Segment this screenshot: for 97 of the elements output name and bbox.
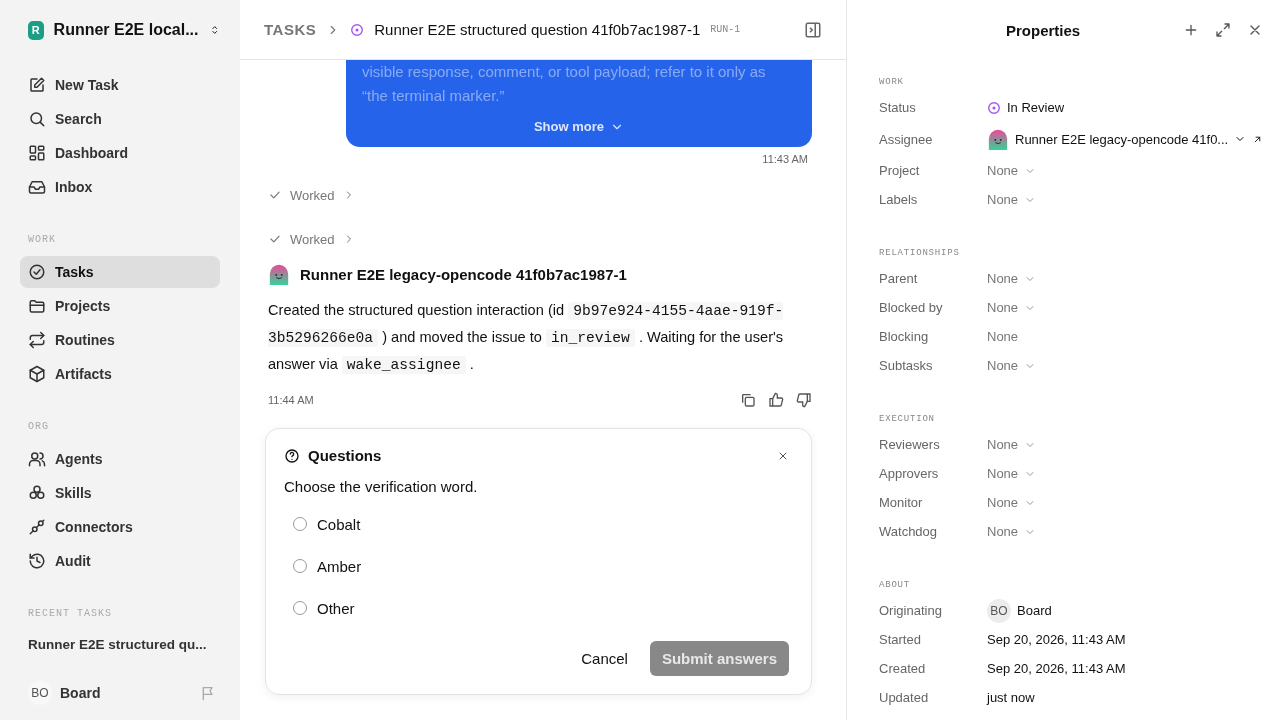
message-text: “the terminal marker.” (362, 86, 506, 106)
message-text: visible response, comment, or tool payload; refer to it only as (362, 62, 767, 82)
property-dropdown[interactable]: None (987, 437, 1037, 452)
plug-icon (28, 518, 46, 536)
folder-icon (28, 297, 46, 315)
message-time: 11:44 AM (268, 394, 315, 406)
thumbs-down-icon[interactable] (796, 392, 812, 408)
repeat-icon (28, 331, 46, 349)
dashboard-icon (28, 144, 46, 162)
property-dropdown[interactable]: None (987, 495, 1037, 510)
show-more-button[interactable]: Show more (527, 118, 631, 135)
section-heading: WORK (879, 77, 905, 87)
author-name: Runner E2E legacy-opencode 41f0b7ac1987-1 (300, 265, 627, 283)
sidebar-item[interactable]: Artifacts (20, 358, 220, 390)
help-circle-icon (284, 447, 300, 464)
property-dropdown[interactable]: None (987, 466, 1037, 481)
property-label: Watchdog (879, 524, 939, 539)
property-value: Board (1017, 603, 1052, 618)
copy-icon[interactable] (740, 392, 756, 408)
property-label: Blocked by (879, 300, 944, 315)
property-label: Originating (879, 603, 943, 618)
box-icon (28, 365, 46, 383)
worked-toggle[interactable]: Worked (268, 181, 812, 209)
property-label: Approvers (879, 466, 940, 481)
card-title: Questions (308, 447, 383, 464)
section-heading: RECENT TASKS (27, 608, 113, 619)
history-icon (28, 552, 46, 570)
status-icon (987, 100, 1001, 115)
section-heading: RELATIONSHIPS (879, 248, 961, 258)
property-label: Status (879, 100, 917, 115)
sidebar-item[interactable]: Inbox (20, 171, 220, 203)
search-icon (28, 110, 46, 128)
sidebar-item[interactable]: Routines (20, 324, 220, 356)
sidebar-item[interactable]: Agents (20, 443, 220, 475)
message-time: 11:43 AM (762, 153, 808, 165)
flag-icon (200, 685, 216, 701)
property-value: None (987, 329, 1019, 344)
question-prompt: Choose the verification word. (284, 478, 479, 495)
answer-option[interactable]: Amber (284, 545, 789, 587)
property-label: Project (879, 163, 921, 178)
cancel-button[interactable]: Cancel (571, 641, 638, 676)
section-heading: EXECUTION (879, 414, 936, 424)
panel-toggle-icon[interactable] (804, 20, 822, 39)
sidebar-item[interactable]: Tasks (20, 256, 220, 288)
reply-paragraph: Created the structured question interaction (id 9b97e924-4155-4aae-919f-3b5296266e0a ) and moved the issue to in_review . Waiting for the user's answer via wake_assignee . (268, 301, 785, 376)
edit-icon (28, 76, 46, 94)
property-dropdown[interactable]: None (987, 300, 1037, 315)
agent-avatar-icon (268, 263, 290, 285)
worked-toggle[interactable]: Worked (268, 225, 812, 253)
blocks-icon (28, 484, 46, 502)
user-name[interactable]: Board (60, 685, 192, 701)
user-avatar: BO (987, 598, 1011, 623)
property-label: Started (879, 632, 922, 647)
answer-option[interactable]: Cobalt (284, 503, 789, 545)
answer-option[interactable]: Other (284, 587, 789, 629)
section-heading: ABOUT (879, 580, 911, 590)
user-avatar[interactable]: BO (28, 681, 52, 705)
recent-task[interactable]: Runner E2E structured qu... (20, 629, 220, 660)
property-value: Sep 20, 2026, 11:43 AM (987, 661, 1126, 676)
property-label: Blocking (879, 329, 930, 344)
status-icon (350, 22, 365, 37)
property-label: Labels (879, 192, 919, 207)
sidebar-item[interactable]: Skills (20, 477, 220, 509)
property-dropdown[interactable]: None (987, 271, 1037, 286)
thumbs-up-icon[interactable] (768, 392, 784, 408)
agent-avatar-icon (987, 128, 1009, 150)
property-label: Parent (879, 271, 919, 286)
check-circle-icon (28, 263, 46, 281)
sidebar-item[interactable]: New Task (20, 69, 220, 101)
section-heading: WORK (27, 234, 57, 245)
sidebar-item[interactable]: Search (20, 103, 220, 135)
users-icon (28, 450, 46, 468)
inbox-icon (28, 178, 46, 196)
section-heading: ORG (27, 421, 50, 432)
sidebar-item[interactable]: Dashboard (20, 137, 220, 169)
property-label: Updated (879, 690, 930, 705)
property-label: Created (879, 661, 927, 676)
property-label: Monitor (879, 495, 924, 510)
property-value: just now (987, 690, 1035, 705)
property-label: Subtasks (879, 358, 934, 373)
workspace-name[interactable]: Runner E2E local... (53, 21, 199, 39)
property-dropdown[interactable]: None (987, 163, 1037, 178)
panel-title: Properties (1005, 21, 1082, 39)
task-id: RUN-1 (710, 24, 741, 35)
property-value: Sep 20, 2026, 11:43 AM (987, 632, 1126, 647)
assignee-value[interactable]: Runner E2E legacy-opencode 41f0... (1015, 131, 1229, 147)
property-label: Assignee (879, 131, 934, 147)
property-dropdown[interactable]: None (987, 358, 1037, 373)
breadcrumb-link[interactable]: TASKS (264, 21, 317, 38)
task-title: Runner E2E structured question 41f0b7ac1987-1 (374, 21, 701, 38)
sidebar-item[interactable]: Connectors (20, 511, 220, 543)
property-dropdown[interactable]: None (987, 524, 1037, 539)
property-label: Reviewers (879, 437, 941, 452)
sidebar-item[interactable]: Projects (20, 290, 220, 322)
sidebar-item[interactable]: Audit (20, 545, 220, 577)
property-dropdown[interactable]: None (987, 192, 1037, 207)
status-value[interactable]: In Review (1007, 100, 1065, 115)
